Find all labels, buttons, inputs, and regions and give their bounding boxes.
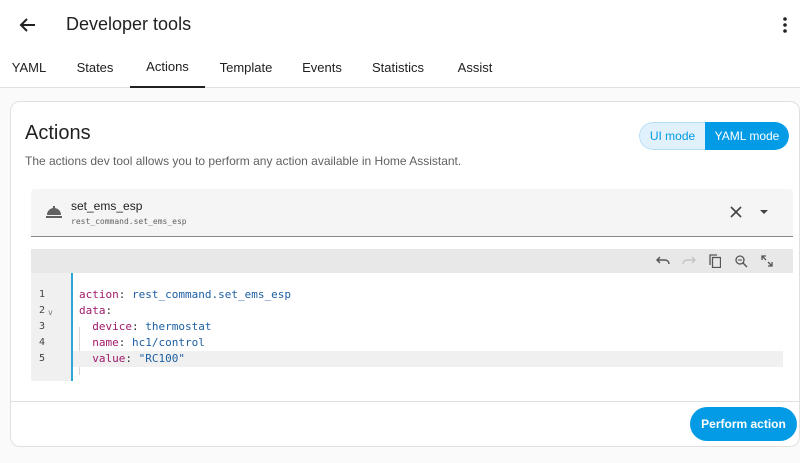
more-vertical-icon[interactable] bbox=[774, 12, 796, 38]
back-arrow-icon[interactable] bbox=[14, 12, 40, 38]
card-title: Actions bbox=[25, 122, 91, 144]
bell-service-icon bbox=[45, 205, 63, 219]
code-line: data: bbox=[79, 304, 113, 317]
action-picker[interactable]: set_ems_esp rest_command.set_ems_esp bbox=[31, 189, 793, 237]
tab-events[interactable]: Events bbox=[294, 46, 350, 88]
code-area[interactable]: action: rest_command.set_ems_esp data: d… bbox=[71, 273, 793, 381]
fullscreen-icon[interactable] bbox=[759, 253, 775, 269]
line-gutter: 1 2 v 3 4 5 bbox=[31, 273, 71, 381]
line-number: 1 bbox=[39, 289, 46, 300]
copy-icon[interactable] bbox=[707, 253, 723, 269]
line-number: 3 bbox=[39, 321, 46, 332]
undo-icon[interactable] bbox=[655, 253, 671, 269]
card-description: The actions dev tool allows you to perfo… bbox=[25, 154, 462, 168]
code-line: action: rest_command.set_ems_esp bbox=[79, 288, 291, 301]
yaml-mode-button[interactable]: YAML mode bbox=[705, 122, 789, 150]
card-divider bbox=[11, 401, 799, 402]
action-id: rest_command.set_ems_esp bbox=[71, 217, 187, 226]
action-name: set_ems_esp bbox=[71, 199, 143, 213]
line-number: 2 bbox=[39, 305, 46, 316]
tab-bar: YAML States Actions Template Events Stat… bbox=[0, 46, 800, 88]
chevron-down-icon[interactable] bbox=[755, 203, 773, 221]
line-number: 5 bbox=[39, 353, 46, 364]
fold-chevron-icon[interactable]: v bbox=[48, 308, 53, 317]
line-number: 4 bbox=[39, 337, 46, 348]
tab-template[interactable]: Template bbox=[212, 46, 280, 88]
tab-yaml[interactable]: YAML bbox=[4, 46, 54, 88]
tab-actions[interactable]: Actions bbox=[130, 46, 205, 88]
tab-assist[interactable]: Assist bbox=[448, 46, 502, 88]
code-line: device: thermostat bbox=[92, 320, 212, 333]
app-header: Developer tools YAML States Actions Temp… bbox=[0, 0, 800, 88]
ui-mode-button[interactable]: UI mode bbox=[639, 122, 705, 150]
search-replace-icon[interactable] bbox=[733, 253, 749, 269]
tab-statistics[interactable]: Statistics bbox=[362, 46, 434, 88]
code-line-active: value: "RC100" bbox=[73, 351, 783, 367]
actions-card: Actions The actions dev tool allows you … bbox=[10, 101, 800, 447]
mode-toggle: UI mode YAML mode bbox=[639, 122, 789, 150]
perform-action-button[interactable]: Perform action bbox=[690, 407, 797, 441]
tab-states[interactable]: States bbox=[66, 46, 124, 88]
redo-icon[interactable] bbox=[681, 253, 697, 269]
close-icon[interactable] bbox=[727, 203, 745, 221]
code-line: name: hc1/control bbox=[92, 336, 205, 349]
editor-toolbar bbox=[31, 249, 793, 273]
yaml-editor[interactable]: 1 2 v 3 4 5 action: rest_command.set_ems… bbox=[31, 249, 793, 381]
page-title: Developer tools bbox=[66, 14, 192, 34]
